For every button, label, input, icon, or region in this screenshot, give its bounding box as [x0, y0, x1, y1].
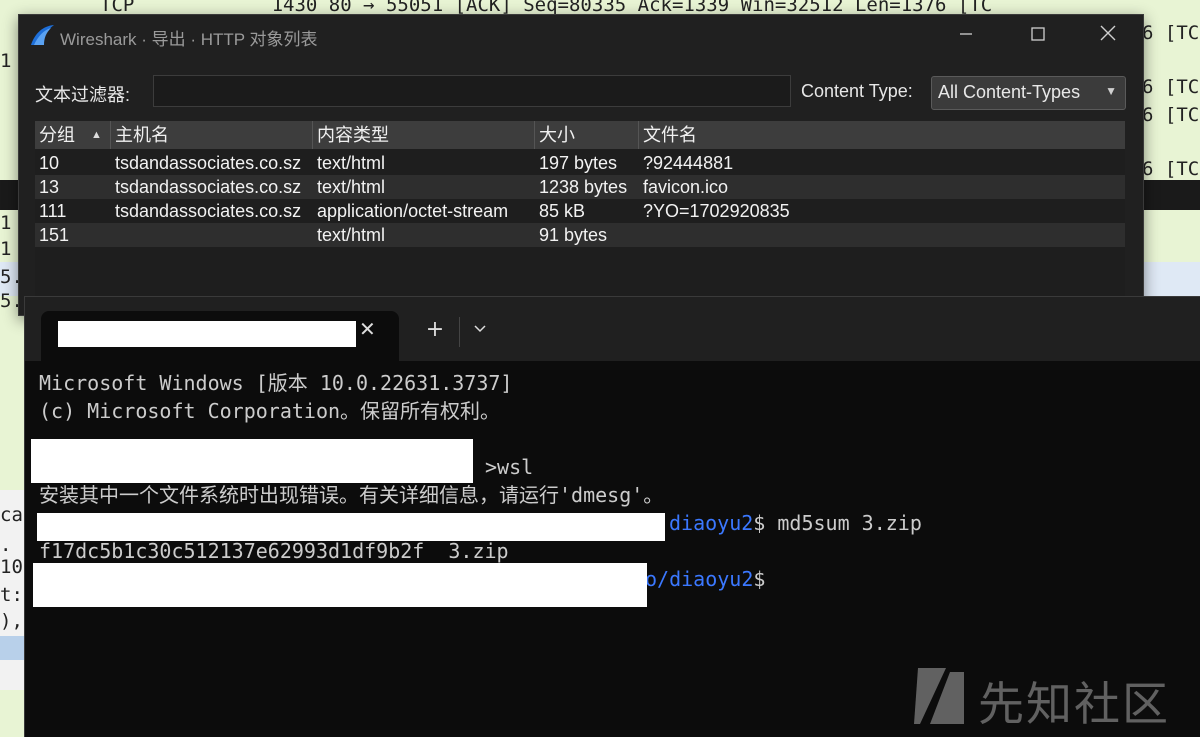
chevron-down-icon: [474, 325, 486, 333]
redacted-block: [33, 563, 647, 607]
cell-filename: favicon.ico: [643, 177, 729, 197]
packet-row-text: 1: [0, 238, 12, 260]
cell-content-type: text/html: [317, 153, 386, 173]
prompt-path: o/diaoyu2: [645, 567, 754, 591]
column-header-packet[interactable]: 分组 ▲: [35, 121, 111, 149]
maximize-button[interactable]: [1003, 15, 1073, 57]
packet-detail-text: ca: [0, 504, 23, 526]
table-header: 分组 ▲ 主机名 内容类型 大小 文件名: [35, 121, 1125, 149]
minimize-icon: [960, 33, 972, 35]
sort-ascending-icon: ▲: [91, 129, 102, 141]
packet-row-text: 6 [TC: [1142, 22, 1200, 44]
cell-filename: ?YO=1702920835: [643, 201, 790, 221]
redacted-block: [37, 513, 665, 541]
terminal-tabbar: ✕ +: [25, 297, 1200, 361]
watermark-text: 先知社区: [978, 677, 1170, 731]
cell-packet: 10: [39, 153, 60, 173]
content-type-select[interactable]: All Content-Types ▼: [931, 76, 1126, 110]
cell-filename: ?92444881: [643, 153, 734, 173]
cell-hostname: tsdandassociates.co.sz: [115, 153, 302, 173]
packet-detail-text: 10: [0, 556, 23, 578]
cell-packet: 13: [39, 177, 60, 197]
cell-size: 197 bytes: [539, 153, 618, 173]
column-header-filename[interactable]: 文件名: [639, 121, 1125, 149]
terminal-line: (c) Microsoft Corporation。保留所有权利。: [39, 399, 501, 423]
table-row[interactable]: 151 text/html 91 bytes: [35, 223, 1125, 247]
export-http-objects-dialog: Wireshark · 导出 · HTTP 对象列表 文本过滤器: Conten…: [18, 14, 1144, 316]
new-tab-button[interactable]: +: [419, 313, 451, 347]
packet-detail-text: .: [0, 534, 12, 556]
close-button[interactable]: [1073, 15, 1143, 57]
cell-content-type: application/octet-stream: [317, 201, 509, 221]
maximize-icon: [1031, 27, 1045, 41]
packet-row-text: 6 [TC: [1142, 104, 1200, 126]
column-header-label: 大小: [539, 125, 575, 145]
minimize-button[interactable]: [931, 15, 1001, 57]
cell-size: 91 bytes: [539, 225, 608, 245]
column-header-label: 内容类型: [317, 125, 389, 145]
terminal-line: f17dc5b1c30c512137e62993d1df9b2f 3.zip: [39, 539, 509, 563]
column-header-size[interactable]: 大小: [535, 121, 639, 149]
prompt-symbol: $: [753, 567, 766, 591]
cell-hostname: tsdandassociates.co.sz: [115, 177, 302, 197]
close-icon: [1100, 25, 1116, 41]
table-row[interactable]: 13 tsdandassociates.co.sz text/html 1238…: [35, 175, 1125, 199]
column-header-label: 分组: [39, 125, 75, 145]
column-header-label: 文件名: [643, 125, 697, 145]
text-filter-input[interactable]: [153, 75, 791, 107]
packet-row-text: 6 [TC: [1142, 158, 1200, 180]
terminal-line: Microsoft Windows [版本 10.0.22631.3737]: [39, 371, 513, 395]
cell-filename: [639, 223, 1125, 247]
packet-row-text: 1: [0, 50, 12, 72]
close-tab-icon[interactable]: ✕: [359, 317, 376, 341]
terminal-prompt-line: diaoyu2$ md5sum 3.zip: [669, 509, 922, 537]
dialog-title: Wireshark · 导出 · HTTP 对象列表: [60, 30, 318, 49]
content-type-value: All Content-Types: [938, 82, 1081, 102]
redacted-block: [31, 439, 473, 483]
chevron-down-icon: ▼: [1105, 84, 1117, 98]
prompt-path: diaoyu2: [669, 511, 754, 535]
text-filter-label: 文本过滤器:: [35, 85, 131, 105]
tabbar-divider: [459, 317, 460, 347]
cell-packet: 111: [39, 201, 67, 221]
table-row[interactable]: 10 tsdandassociates.co.sz text/html 197 …: [35, 151, 1125, 175]
terminal-line: 安装其中一个文件系统时出现错误。有关详细信息，请运行'dmesg'。: [39, 483, 664, 507]
column-header-hostname[interactable]: 主机名: [111, 121, 313, 149]
wireshark-fin-icon: [31, 25, 54, 45]
cell-content-type: text/html: [317, 225, 386, 245]
terminal-tab[interactable]: ✕: [41, 311, 399, 361]
terminal-prompt-line: o/diaoyu2$: [645, 565, 765, 593]
cell-size: 85 kB: [539, 201, 586, 221]
packet-row-text: 1: [0, 212, 12, 234]
watermark-logo-icon: [914, 668, 964, 724]
cell-hostname: tsdandassociates.co.sz: [115, 201, 302, 221]
http-objects-table: 分组 ▲ 主机名 内容类型 大小 文件名 10 tsdandassociates…: [35, 121, 1125, 315]
packet-detail-text: t:: [0, 584, 23, 606]
table-row[interactable]: 111 tsdandassociates.co.sz application/o…: [35, 199, 1125, 223]
cell-packet: 151: [39, 225, 70, 245]
column-header-content-type[interactable]: 内容类型: [313, 121, 535, 149]
cell-hostname: [111, 223, 313, 247]
terminal-command: $ md5sum 3.zip: [753, 511, 922, 535]
dialog-titlebar[interactable]: Wireshark · 导出 · HTTP 对象列表: [19, 15, 1143, 57]
terminal-command: >wsl: [485, 455, 534, 479]
cell-size: 1238 bytes: [539, 177, 628, 197]
redacted-tab-title: [58, 321, 356, 347]
packet-detail-text: ),: [0, 610, 23, 632]
cell-content-type: text/html: [317, 177, 386, 197]
packet-row-text: 6 [TC: [1142, 76, 1200, 98]
tab-dropdown-button[interactable]: [465, 313, 495, 347]
site-watermark: 先知社区: [912, 662, 1182, 732]
content-type-label: Content Type:: [801, 81, 913, 101]
column-header-label: 主机名: [115, 125, 169, 145]
